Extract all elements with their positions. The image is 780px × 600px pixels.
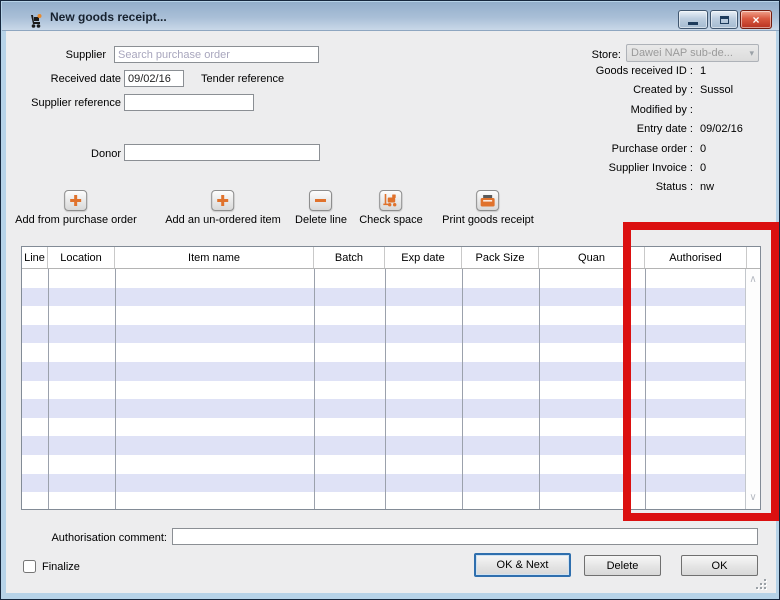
column-divider [314, 269, 315, 509]
forklift-icon [380, 190, 403, 211]
table-row[interactable] [22, 399, 745, 418]
minus-icon [309, 190, 332, 211]
column-divider [539, 269, 540, 509]
plus-icon [64, 190, 87, 211]
received-date-label: Received date [21, 73, 121, 86]
modified-by-label: Modified by : [541, 101, 693, 120]
table-row[interactable] [22, 269, 745, 288]
close-icon: × [752, 14, 759, 26]
supplier-reference-input[interactable] [124, 94, 254, 111]
supplier-input[interactable] [114, 46, 319, 63]
maximize-button[interactable] [710, 10, 738, 29]
header-spacer [747, 247, 760, 268]
entry-date-label: Entry date : [541, 120, 693, 139]
supplier-invoice-value: 0 [700, 159, 706, 178]
column-header-line[interactable]: Line [22, 247, 48, 268]
add-unordered-item-button[interactable]: Add an un-ordered item [165, 190, 281, 226]
chevron-down-icon: ▾ [749, 49, 754, 58]
store-value: Dawei NAP sub-de... [631, 47, 733, 59]
column-header-pack-size[interactable]: Pack Size [462, 247, 539, 268]
maximize-icon [720, 16, 729, 24]
donor-input[interactable] [124, 144, 320, 161]
column-divider [385, 269, 386, 509]
print-goods-receipt-button[interactable]: Print goods receipt [442, 190, 534, 226]
add-from-purchase-order-button[interactable]: Add from purchase order [15, 190, 137, 226]
authorisation-comment-label: Authorisation comment: [21, 532, 167, 545]
tender-reference-label: Tender reference [201, 73, 284, 86]
table-row[interactable] [22, 325, 745, 344]
ok-button[interactable]: OK [681, 555, 758, 576]
column-divider [462, 269, 463, 509]
goods-receipt-table: Line Location Item name Batch Exp date P… [21, 246, 761, 510]
app-icon [28, 13, 44, 29]
entry-date-value: 09/02/16 [700, 120, 743, 139]
plus-icon [211, 190, 234, 211]
supplier-label: Supplier [21, 49, 106, 62]
purchase-order-value: 0 [700, 140, 706, 159]
supplier-invoice-label: Supplier Invoice : [541, 159, 693, 178]
minimize-icon [688, 22, 698, 25]
title-bar[interactable]: New goods receipt... × [2, 2, 779, 31]
goods-received-id-label: Goods received ID : [541, 62, 693, 81]
minimize-button[interactable] [678, 10, 708, 29]
authorisation-comment-input[interactable] [172, 528, 758, 545]
table-header: Line Location Item name Batch Exp date P… [22, 247, 760, 269]
table-row[interactable] [22, 455, 745, 474]
delete-button[interactable]: Delete [584, 555, 661, 576]
table-row[interactable] [22, 343, 745, 362]
donor-label: Donor [21, 148, 121, 161]
scroll-up-icon[interactable]: ∧ [746, 275, 760, 285]
resize-grip[interactable] [756, 579, 768, 591]
column-header-quantity[interactable]: Quan [539, 247, 645, 268]
supplier-reference-label: Supplier reference [21, 97, 121, 110]
column-header-authorised[interactable]: Authorised [645, 247, 747, 268]
store-label: Store: [556, 49, 621, 62]
column-header-location[interactable]: Location [48, 247, 115, 268]
ok-next-button[interactable]: OK & Next [474, 553, 571, 577]
table-body [22, 269, 745, 509]
column-divider [115, 269, 116, 509]
purchase-order-label: Purchase order : [541, 140, 693, 159]
delete-line-button[interactable]: Delete line [295, 190, 347, 226]
column-divider [645, 269, 646, 509]
window-title: New goods receipt... [50, 10, 167, 24]
printer-icon [477, 190, 500, 211]
created-by-label: Created by : [541, 81, 693, 100]
column-header-batch[interactable]: Batch [314, 247, 385, 268]
check-space-button[interactable]: Check space [359, 190, 423, 226]
goods-received-id-value: 1 [700, 62, 706, 81]
table-row[interactable] [22, 474, 745, 493]
goods-receipt-window: New goods receipt... × Supplier Store: D… [0, 0, 780, 600]
table-row[interactable] [22, 436, 745, 455]
finalize-checkbox[interactable] [23, 560, 36, 573]
table-row[interactable] [22, 418, 745, 437]
table-row[interactable] [22, 381, 745, 400]
table-row[interactable] [22, 362, 745, 381]
store-dropdown[interactable]: Dawei NAP sub-de... ▾ [626, 44, 759, 62]
close-button[interactable]: × [740, 10, 772, 29]
column-header-exp-date[interactable]: Exp date [385, 247, 462, 268]
table-row[interactable] [22, 288, 745, 307]
column-divider [48, 269, 49, 509]
finalize-label: Finalize [42, 561, 80, 574]
status-label: Status : [541, 178, 693, 197]
table-scrollbar[interactable]: ∧ ∨ [745, 269, 760, 509]
received-date-input[interactable] [124, 70, 184, 87]
status-value: nw [700, 178, 714, 197]
scroll-down-icon[interactable]: ∨ [746, 493, 760, 503]
column-header-item-name[interactable]: Item name [115, 247, 314, 268]
receipt-details: Goods received ID :1 Created by :Sussol … [541, 62, 766, 198]
created-by-value: Sussol [700, 81, 733, 100]
table-row[interactable] [22, 492, 745, 509]
table-row[interactable] [22, 306, 745, 325]
